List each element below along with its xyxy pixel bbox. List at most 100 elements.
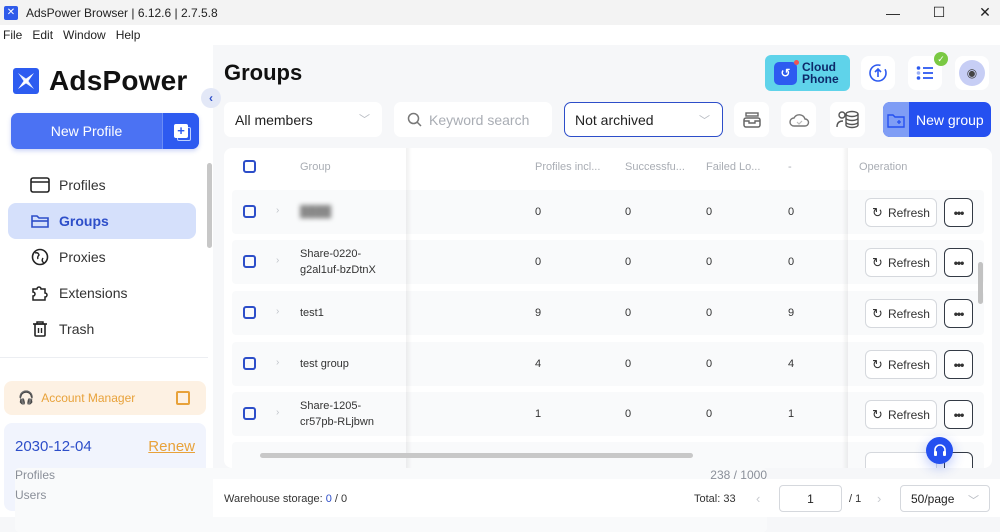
sidebar-item-extensions[interactable]: Extensions — [8, 275, 196, 311]
menu-window[interactable]: Window — [63, 28, 106, 42]
menu-bar: File Edit Window Help — [0, 25, 1000, 45]
members-select[interactable]: All members ﹀ — [224, 102, 382, 137]
account-manager-label: Account Manager — [41, 391, 136, 405]
expand-row-icon[interactable]: › — [276, 407, 279, 418]
page-number-input[interactable]: 1 — [779, 485, 842, 512]
sidebar-item-label: Trash — [59, 321, 95, 337]
failed-count: 0 — [706, 358, 713, 370]
more-options-button[interactable]: ••• — [944, 248, 973, 277]
sync-upload-button[interactable] — [861, 56, 895, 90]
chevron-left-icon: ‹ — [209, 91, 213, 105]
more-options-button[interactable]: ••• — [944, 198, 973, 227]
plan-expiry-date: 2030-12-04 — [15, 438, 92, 455]
minimize-button[interactable]: — — [870, 0, 916, 25]
horizontal-scrollbar[interactable] — [260, 453, 693, 458]
failed-count: 0 — [706, 307, 713, 319]
refresh-button[interactable]: ↻ Refresh — [865, 299, 937, 328]
sidebar-item-trash[interactable]: Trash — [8, 311, 196, 347]
groups-table: Group Profiles incl... Successfu... Fail… — [224, 148, 992, 468]
search-icon — [407, 112, 422, 127]
failed-count: 0 — [706, 206, 713, 218]
group-name: Share-1205- cr57pb-RLjbwn — [300, 400, 374, 428]
expand-row-icon[interactable]: › — [276, 306, 279, 317]
app-icon: ✕ — [4, 5, 18, 20]
row-checkbox[interactable] — [243, 205, 256, 218]
new-group-button[interactable]: New group — [883, 102, 991, 137]
refresh-label: Refresh — [887, 306, 930, 321]
new-group-icon — [883, 102, 909, 137]
user-avatar-button[interactable]: ◉ — [955, 56, 989, 90]
brand-logo: AdsPower — [13, 65, 188, 97]
cloud-sync-button[interactable] — [781, 102, 816, 137]
refresh-button[interactable]: ↻ Refresh — [865, 248, 937, 277]
failed-count: 0 — [706, 408, 713, 420]
column-header-failed[interactable]: Failed Lo... — [706, 148, 760, 186]
more-options-button[interactable]: ••• — [944, 400, 973, 429]
close-button[interactable]: ✕ — [962, 0, 1000, 25]
expand-row-icon[interactable]: › — [276, 357, 279, 368]
member-storage-button[interactable] — [830, 102, 865, 137]
vertical-scrollbar[interactable] — [978, 262, 983, 304]
refresh-icon: ↻ — [872, 305, 883, 321]
more-options-button[interactable]: ••• — [944, 350, 973, 379]
table-row[interactable]: › test group 4 0 0 4 ↻ Refresh ••• — [232, 342, 984, 386]
account-manager-button[interactable]: 🎧 Account Manager — [4, 381, 206, 415]
table-row[interactable]: › Share-0220- g2al1uf-bzDtnX 0 0 0 0 ↻ Refresh •… — [232, 240, 984, 284]
page-count: / 1 — [849, 493, 862, 505]
sidebar-item-proxies[interactable]: Proxies — [8, 239, 196, 275]
globe-icon — [30, 248, 50, 266]
archive-status-select[interactable]: Not archived ﹀ — [564, 102, 723, 137]
fixed-column-shadow — [842, 148, 848, 468]
more-options-button[interactable]: ••• — [944, 299, 973, 328]
row-checkbox[interactable] — [243, 306, 256, 319]
new-profile-button[interactable]: New Profile — [11, 113, 162, 149]
row-checkbox[interactable] — [243, 357, 256, 370]
sidebar-item-profiles[interactable]: Profiles — [8, 167, 196, 203]
table-row[interactable]: › Share-1205- cr57pb-RLjbwn 1 0 0 1 ↻ Refresh ••… — [232, 392, 984, 436]
cloud-phone-label-line2: Phone — [802, 72, 839, 86]
group-name: ████ — [300, 206, 332, 218]
column-header-dash[interactable]: - — [788, 148, 792, 186]
prev-page-button[interactable]: ‹ — [756, 491, 760, 506]
expand-row-icon[interactable]: › — [276, 205, 279, 216]
refresh-button[interactable]: ↻ Refresh — [865, 198, 937, 227]
adspower-logo-icon — [13, 68, 39, 94]
chevron-down-icon: ﹀ — [968, 495, 979, 507]
next-page-button[interactable]: › — [877, 491, 881, 506]
cloud-phone-icon: ↺ — [774, 59, 799, 85]
refresh-button[interactable]: ↻ Refresh — [865, 400, 937, 429]
archive-button[interactable] — [734, 102, 769, 137]
sidebar-item-groups[interactable]: Groups — [8, 203, 196, 239]
row-checkbox[interactable] — [243, 255, 256, 268]
expand-row-icon[interactable]: › — [276, 255, 279, 266]
column-header-profiles[interactable]: Profiles incl... — [535, 148, 600, 186]
customer-support-button[interactable] — [926, 437, 953, 464]
sidebar-item-label: Groups — [59, 213, 109, 229]
column-header-successful[interactable]: Successfu... — [625, 148, 685, 186]
menu-help[interactable]: Help — [116, 28, 141, 42]
page-size-select[interactable]: 50/page ﹀ — [900, 485, 990, 512]
table-row[interactable]: › test1 9 0 0 9 ↻ Refresh ••• — [232, 291, 984, 335]
row-checkbox[interactable] — [243, 407, 256, 420]
puzzle-icon — [30, 284, 50, 302]
batch-add-button[interactable]: + — [162, 113, 199, 149]
headset-icon: 🎧 — [18, 390, 35, 405]
column-header-group[interactable]: Group — [300, 148, 331, 186]
failed-count: 0 — [706, 256, 713, 268]
refresh-button[interactable]: ↻ Refresh — [865, 350, 937, 379]
keyword-search-input[interactable]: Keyword search — [394, 102, 552, 137]
select-all-checkbox[interactable] — [243, 160, 256, 173]
warehouse-storage-total: / 0 — [331, 493, 348, 505]
menu-edit[interactable]: Edit — [32, 28, 53, 42]
profiles-count: 4 — [535, 358, 542, 370]
menu-file[interactable]: File — [3, 28, 22, 42]
brand-name: AdsPower — [49, 65, 188, 96]
table-row[interactable]: › ████ 0 0 0 0 ↻ Refresh ••• — [232, 190, 984, 234]
column-header-operation: Operation — [859, 161, 908, 173]
cloud-phone-button[interactable]: ↺ Cloud Phone — [765, 55, 850, 91]
qr-code-icon[interactable] — [176, 391, 190, 405]
maximize-button[interactable]: ☐ — [916, 0, 962, 25]
sidebar-scrollbar[interactable] — [207, 163, 212, 248]
renew-link[interactable]: Renew — [148, 438, 195, 455]
collapse-sidebar-button[interactable]: ‹ — [201, 88, 221, 108]
